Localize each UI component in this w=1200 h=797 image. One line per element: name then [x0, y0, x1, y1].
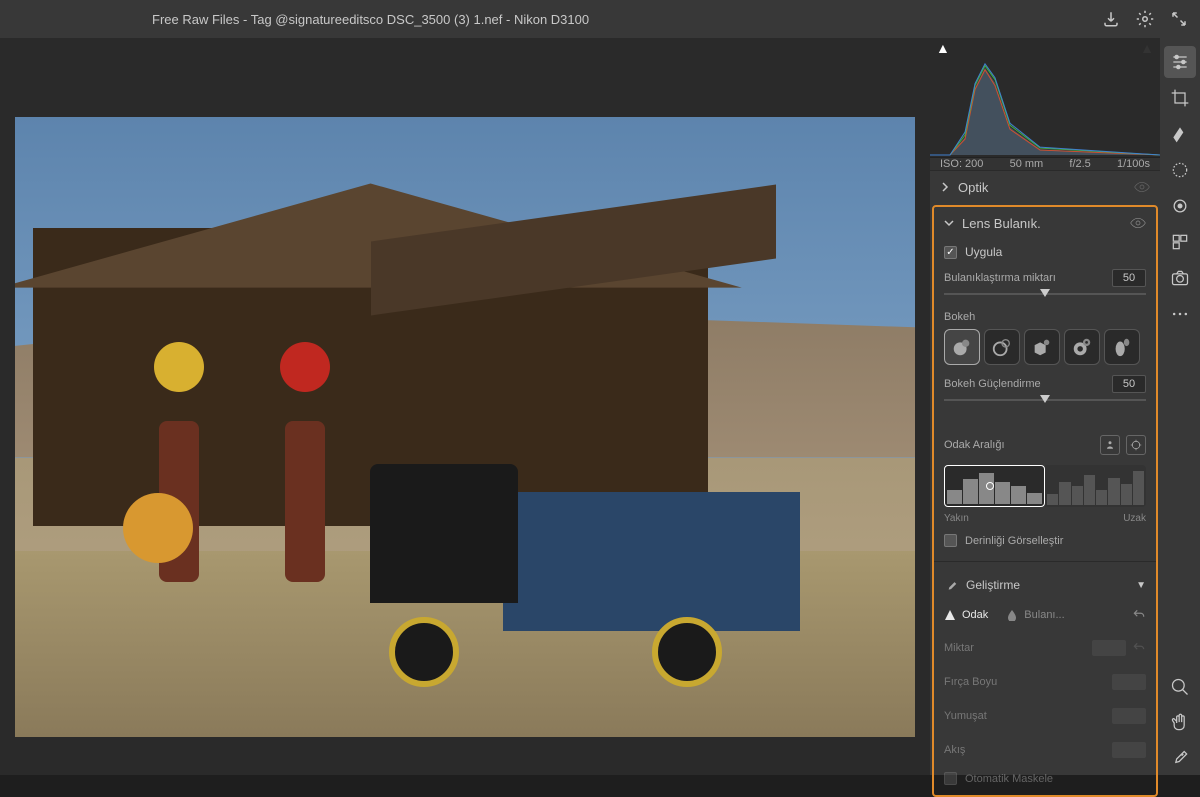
chevron-right-icon: [940, 182, 950, 192]
app-titlebar: Free Raw Files - Tag @signatureeditsco D…: [0, 0, 1200, 38]
tab-focus[interactable]: Odak: [944, 609, 988, 621]
clip-highlight-icon[interactable]: ▲: [1140, 40, 1154, 56]
brush-icon: [944, 578, 958, 592]
tool-more[interactable]: [1164, 298, 1196, 330]
exif-aperture: f/2.5: [1069, 158, 1090, 170]
brush-size-row: Fırça Boyu: [944, 670, 1146, 694]
bokeh-boost-label: Bokeh Güçlendirme: [944, 378, 1041, 390]
tool-zoom[interactable]: [1164, 671, 1196, 703]
bokeh-shape-ring[interactable]: [1064, 329, 1100, 365]
tool-strip: [1160, 38, 1200, 775]
histogram[interactable]: ▲ ▲: [930, 38, 1160, 158]
panel-lens-blur-header[interactable]: Lens Bulanık.: [934, 207, 1156, 239]
photo-preview: [15, 117, 915, 737]
tool-heal[interactable]: [1164, 118, 1196, 150]
exif-iso: ISO: 200: [940, 158, 983, 170]
apply-checkbox[interactable]: [944, 246, 957, 259]
apply-checkbox-row[interactable]: Uygula: [944, 245, 1146, 259]
reset-icon[interactable]: [1132, 641, 1146, 655]
visualize-depth-row[interactable]: Derinliği Görselleştir: [944, 534, 1146, 547]
feather-row: Yumuşat: [944, 704, 1146, 728]
tool-crop[interactable]: [1164, 82, 1196, 114]
bokeh-shape-blade[interactable]: [1024, 329, 1060, 365]
gear-icon[interactable]: [1136, 10, 1154, 28]
panel-optic: Optik: [930, 170, 1160, 203]
eye-icon[interactable]: [1134, 179, 1150, 195]
bokeh-boost-value[interactable]: 50: [1112, 375, 1146, 393]
chevron-down-icon: ▼: [1136, 580, 1146, 591]
point-focus-button[interactable]: [1126, 435, 1146, 455]
exif-shutter: 1/100s: [1117, 158, 1150, 170]
tool-mask[interactable]: [1164, 154, 1196, 186]
tool-hand[interactable]: [1164, 707, 1196, 739]
exif-bar: ISO: 200 50 mm f/2.5 1/100s: [930, 158, 1160, 170]
subject-focus-button[interactable]: [1100, 435, 1120, 455]
blur-amount-slider[interactable]: [944, 287, 1146, 301]
download-icon[interactable]: [1102, 10, 1120, 28]
blur-amount-label: Bulanıklaştırma miktarı: [944, 272, 1056, 284]
eye-icon[interactable]: [1130, 215, 1146, 231]
tool-snapshot[interactable]: [1164, 262, 1196, 294]
blur-amount-value[interactable]: 50: [1112, 269, 1146, 287]
bokeh-label: Bokeh: [944, 311, 1146, 323]
focus-range-label: Odak Aralığı: [944, 439, 1005, 451]
automask-row: Otomatik Maskele: [944, 772, 1146, 785]
tab-blur[interactable]: Bulanı...: [1006, 609, 1064, 621]
bokeh-shape-soap[interactable]: [984, 329, 1020, 365]
automask-checkbox: [944, 772, 957, 785]
image-canvas[interactable]: [0, 38, 930, 775]
bokeh-boost-slider[interactable]: [944, 393, 1146, 407]
panel-optic-header[interactable]: Optik: [930, 171, 1160, 203]
bokeh-shape-circle[interactable]: [944, 329, 980, 365]
blur-tab-icon: [1006, 609, 1018, 621]
chevron-down-icon: [944, 218, 954, 228]
tool-redeye[interactable]: [1164, 190, 1196, 222]
focus-tab-icon: [944, 609, 956, 621]
tool-edit[interactable]: [1164, 46, 1196, 78]
near-label: Yakın: [944, 513, 969, 524]
undo-icon[interactable]: [1132, 608, 1146, 622]
exif-focal: 50 mm: [1010, 158, 1044, 170]
right-panel: ▲ ▲ ISO: 200 50 mm f/2.5 1/100s Optik: [930, 38, 1160, 775]
clip-shadow-icon[interactable]: ▲: [936, 40, 950, 56]
fullscreen-icon[interactable]: [1170, 10, 1188, 28]
refine-header[interactable]: Geliştirme ▼: [944, 576, 1146, 594]
far-label: Uzak: [1123, 513, 1146, 524]
panel-lens-blur: Lens Bulanık. Uygula Bulanıklaştırma mik…: [932, 205, 1158, 797]
bokeh-shape-cat[interactable]: [1104, 329, 1140, 365]
amount-row: Miktar: [944, 636, 1146, 660]
focus-range-selector[interactable]: [944, 465, 1146, 507]
tool-sampler[interactable]: [1164, 743, 1196, 775]
document-title: Free Raw Files - Tag @signatureeditsco D…: [12, 12, 1102, 27]
flow-row: Akış: [944, 738, 1146, 762]
visualize-depth-checkbox[interactable]: [944, 534, 957, 547]
tool-presets[interactable]: [1164, 226, 1196, 258]
